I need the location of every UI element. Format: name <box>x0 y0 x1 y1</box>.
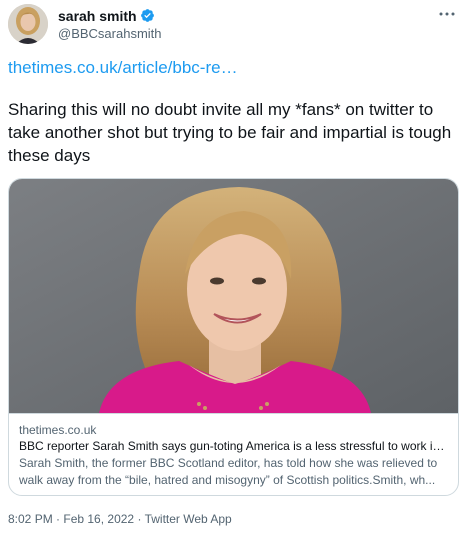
card-title: BBC reporter Sarah Smith says gun-toting… <box>19 439 448 453</box>
avatar[interactable] <box>8 4 48 44</box>
tweet-text: Sharing this will no doubt invite all my… <box>8 100 452 165</box>
tweet-time[interactable]: 8:02 PM <box>8 512 53 526</box>
footer-separator: · <box>134 512 145 526</box>
card-domain: thetimes.co.uk <box>19 423 97 437</box>
display-name[interactable]: sarah smith <box>58 8 137 24</box>
author-info: sarah smith @BBCsarahsmith <box>58 6 162 42</box>
tweet: sarah smith @BBCsarahsmith thetimes.co.u… <box>0 0 467 533</box>
link-preview-card[interactable]: thetimes.co.uk BBC reporter Sarah Smith … <box>8 178 459 496</box>
card-image[interactable] <box>9 179 458 413</box>
card-meta[interactable]: thetimes.co.uk BBC reporter Sarah Smith … <box>9 413 458 495</box>
avatar-image <box>8 4 48 44</box>
verified-badge-icon <box>140 8 155 23</box>
tweet-header: sarah smith @BBCsarahsmith <box>8 4 459 48</box>
name-row: sarah smith <box>58 6 162 25</box>
card-description: Sarah Smith, the former BBC Scotland edi… <box>19 456 438 487</box>
tweet-date[interactable]: Feb 16, 2022 <box>63 512 134 526</box>
article-link[interactable]: thetimes.co.uk/article/bbc-re… <box>8 58 238 78</box>
more-dots-icon[interactable] <box>437 6 457 22</box>
tweet-footer: 8:02 PM · Feb 16, 2022 · Twitter Web App <box>8 512 232 526</box>
tweet-source[interactable]: Twitter Web App <box>145 512 232 526</box>
handle[interactable]: @BBCsarahsmith <box>58 26 162 41</box>
footer-separator: · <box>52 512 64 526</box>
